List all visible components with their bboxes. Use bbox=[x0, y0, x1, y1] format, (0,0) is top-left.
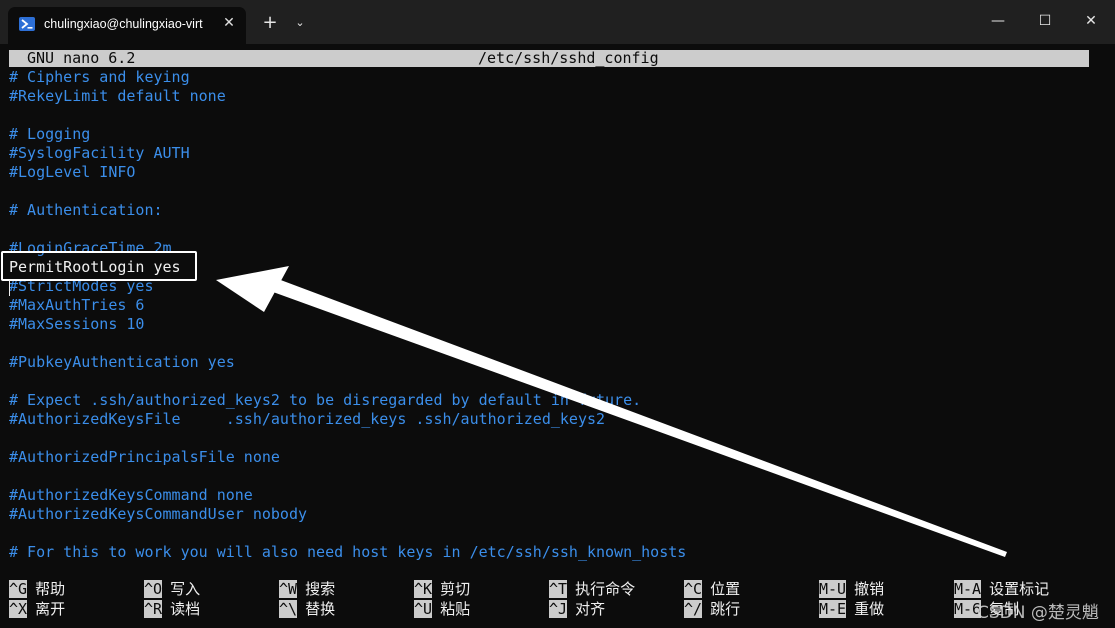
annotation-arrow bbox=[216, 266, 1007, 557]
